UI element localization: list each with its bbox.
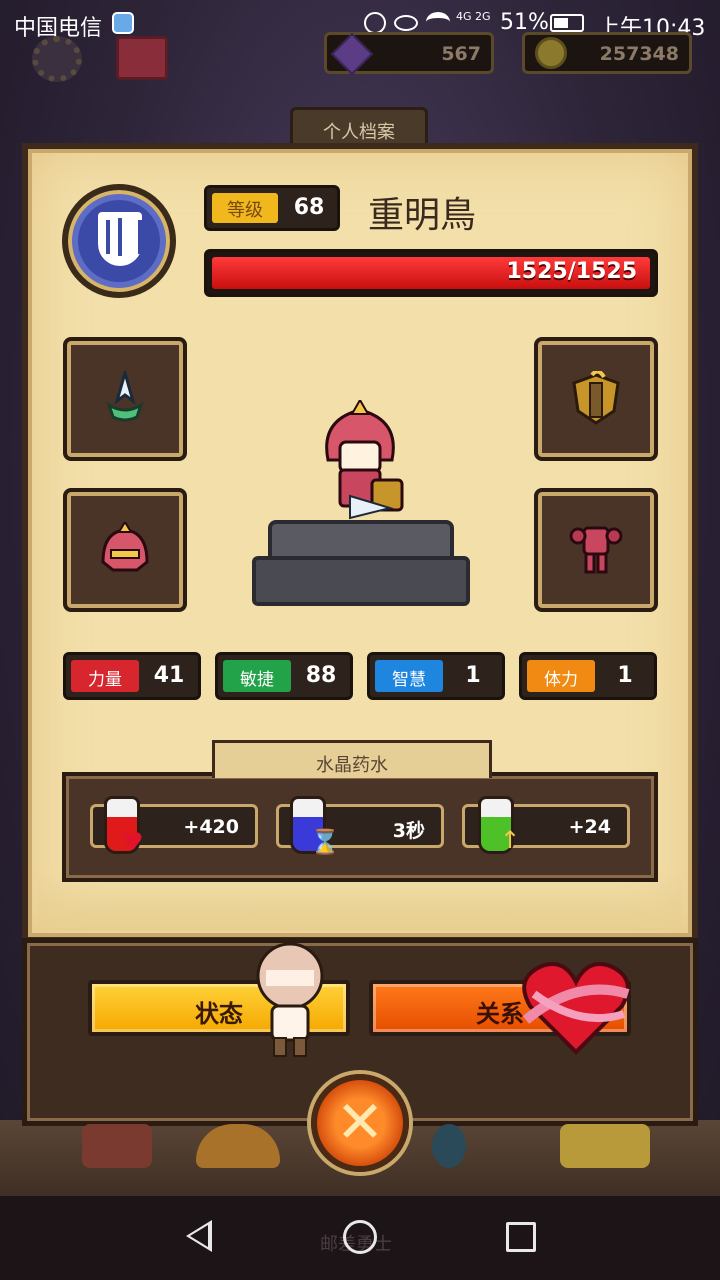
close-button[interactable]: ✕: [311, 1074, 409, 1172]
carrier-app-icon: [112, 12, 134, 34]
shield-slot[interactable]: [534, 337, 658, 461]
level-badge: 等级 68: [204, 185, 340, 231]
hp-bar: 1525/1525: [204, 249, 658, 297]
level-label: 等级: [212, 193, 278, 223]
alarm-icon: [364, 12, 386, 34]
stat-label: 体力: [527, 660, 595, 692]
coin-icon: [535, 37, 567, 69]
helmet-slot[interactable]: [63, 488, 187, 612]
player-name: 重明鳥: [368, 195, 477, 236]
signal-icon: 4G 2G: [456, 10, 491, 23]
bg-potion-icon: [432, 1124, 466, 1168]
battery-icon: [550, 14, 584, 32]
back-icon[interactable]: [186, 1220, 212, 1252]
mascot-character: [256, 942, 324, 1057]
stat-label: 力量: [71, 660, 139, 692]
stat-label: 敏捷: [223, 660, 291, 692]
stat-agility: 敏捷 88: [215, 652, 353, 700]
gem-counter: 567: [324, 32, 494, 76]
pedestal-base: [252, 556, 470, 606]
stat-stamina: 体力 1: [519, 652, 657, 700]
stat-wisdom: 智慧 1: [367, 652, 505, 700]
settings-gear-icon[interactable]: [32, 36, 82, 82]
sword-up-icon: ↑: [500, 826, 521, 854]
stone-pedestal: [246, 520, 476, 612]
coin-counter: 257348: [522, 32, 692, 74]
hp-text: 1525/1525: [506, 259, 638, 284]
hero-character[interactable]: [310, 400, 410, 530]
stat-value: 41: [153, 663, 185, 688]
stat-value: 1: [617, 663, 633, 688]
panel-title-tab: 个人档案: [290, 107, 428, 147]
heart-icon: [522, 962, 630, 1055]
weapon-slot[interactable]: [63, 337, 187, 461]
gold-shield-icon: [572, 371, 620, 425]
armor-slot[interactable]: [534, 488, 658, 612]
spear-icon: [106, 371, 144, 422]
navigation-bar: 邮差勇士: [0, 1196, 720, 1280]
hourglass-icon: ⌛: [310, 828, 340, 856]
armor-icon: [569, 526, 623, 574]
coin-count: 257348: [599, 43, 679, 65]
potion-value: +24: [568, 816, 611, 838]
eye-icon: [394, 15, 418, 31]
potion-section-title: 水晶药水: [212, 740, 492, 778]
stat-strength: 力量 41: [63, 652, 201, 700]
stat-label: 智慧: [375, 660, 443, 692]
potion-value: 3秒: [392, 820, 425, 842]
level-value: 68: [293, 195, 325, 220]
gem-icon: [330, 32, 374, 76]
gift-box-icon[interactable]: [116, 36, 168, 80]
gem-count: 567: [441, 43, 481, 65]
stat-value: 1: [465, 663, 481, 688]
bg-treasure-icon: [560, 1124, 650, 1168]
home-icon[interactable]: [343, 1220, 377, 1254]
wifi-icon: [426, 12, 450, 32]
shield-icon: [98, 212, 142, 266]
guild-emblem[interactable]: [62, 184, 176, 298]
potion-value: +420: [183, 816, 239, 838]
helmet-icon: [101, 522, 149, 572]
recent-apps-icon[interactable]: [506, 1222, 536, 1252]
heart-plus-icon: ♥: [122, 828, 144, 856]
bg-book-icon: [82, 1124, 152, 1168]
stat-value: 88: [305, 663, 337, 688]
